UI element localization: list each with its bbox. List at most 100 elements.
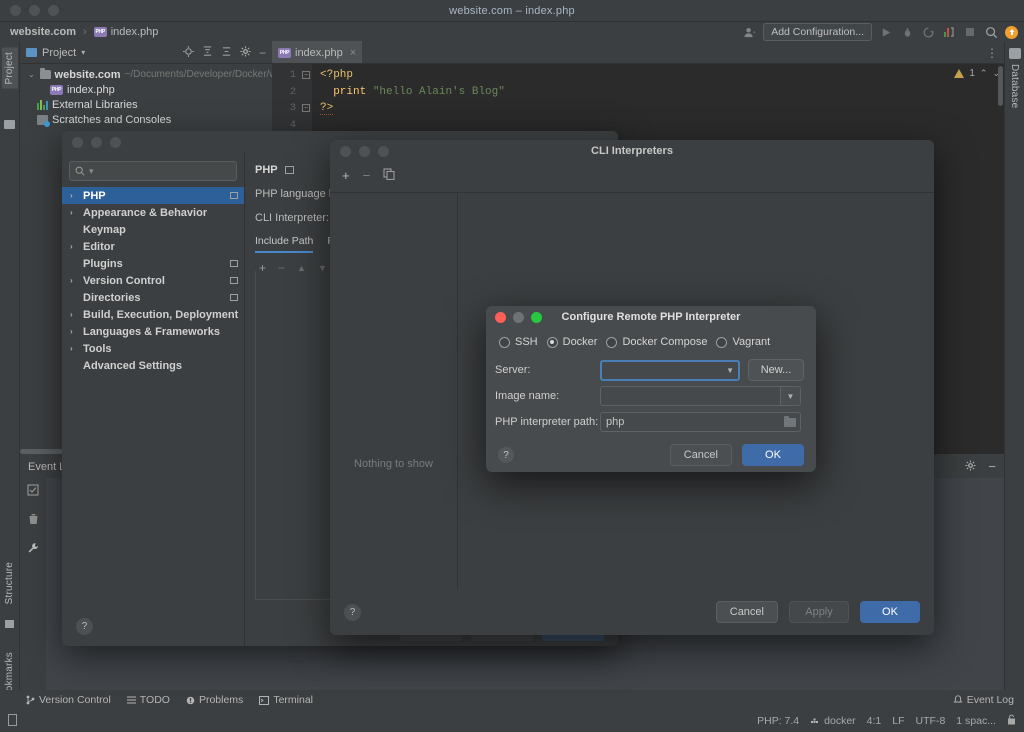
remove-icon[interactable]: − — [363, 168, 371, 183]
chevron-right-icon[interactable]: › — [70, 191, 78, 200]
image-name-combo[interactable]: ▼ — [600, 386, 801, 406]
inspection-widget[interactable]: 1 ⌃ ⌄ — [954, 68, 1000, 79]
radio-docker[interactable]: Docker — [546, 336, 597, 348]
status-encoding[interactable]: UTF-8 — [916, 715, 946, 727]
close-icon[interactable]: × — [350, 47, 356, 59]
server-combo[interactable]: ▼ — [600, 359, 740, 381]
apply-button[interactable]: Apply — [789, 601, 849, 623]
radio-docker-compose[interactable]: Docker Compose — [606, 336, 707, 348]
status-version-control[interactable]: Version Control — [26, 694, 111, 706]
sidebar-item-build-execution-deployment[interactable]: › Build, Execution, Deployment — [62, 306, 244, 323]
tool-window-structure[interactable]: Structure — [4, 562, 15, 604]
expand-all-icon[interactable] — [202, 45, 213, 60]
run-icon[interactable] — [879, 25, 893, 39]
gear-icon[interactable] — [965, 460, 976, 474]
tool-window-project[interactable]: Project — [2, 48, 18, 89]
locate-icon[interactable] — [182, 45, 194, 60]
tab-index-php[interactable]: PHP index.php × — [272, 41, 363, 63]
debug-icon[interactable] — [900, 25, 914, 39]
tab-include-path[interactable]: Include Path — [255, 235, 314, 253]
close-window-icon[interactable] — [72, 136, 83, 148]
tree-node-external-libraries[interactable]: External Libraries — [20, 97, 272, 112]
updates-icon[interactable] — [1005, 25, 1018, 39]
sidebar-item-directories[interactable]: › Directories — [62, 289, 244, 306]
sidebar-item-advanced-settings[interactable]: › Advanced Settings — [62, 357, 244, 374]
status-event-log-group[interactable]: Event Log — [953, 694, 1024, 706]
more-options-icon[interactable]: ⋮ — [986, 43, 1004, 63]
cancel-button[interactable]: Cancel — [669, 444, 732, 466]
status-php-version[interactable]: PHP: 7.4 — [757, 715, 799, 727]
chevron-down-icon[interactable]: ▼ — [726, 366, 734, 375]
collapse-all-icon[interactable] — [221, 46, 232, 60]
run-coverage-icon[interactable] — [921, 25, 935, 39]
previous-problem-icon[interactable]: ⌃ — [980, 68, 988, 79]
chevron-right-icon[interactable]: › — [70, 344, 78, 353]
browse-folder-icon[interactable] — [784, 415, 796, 427]
wrench-icon[interactable] — [27, 541, 39, 559]
chevron-down-icon[interactable]: ⌄ — [28, 70, 36, 79]
code-content[interactable]: <?php print "hello Alain's Blog" ?> — [320, 67, 1004, 133]
radio-button-selected-icon[interactable] — [546, 336, 558, 348]
chevron-right-icon[interactable]: › — [70, 276, 78, 285]
sidebar-item-php[interactable]: › PHP — [62, 187, 244, 204]
status-indent[interactable]: 1 spac... — [956, 715, 996, 727]
add-configuration-button[interactable]: Add Configuration... — [763, 23, 872, 41]
sidebar-item-languages-frameworks[interactable]: › Languages & Frameworks — [62, 323, 244, 340]
chevron-down-icon[interactable]: ▼ — [780, 387, 800, 405]
chevron-right-icon[interactable]: › — [70, 327, 78, 336]
radio-button-icon[interactable] — [606, 336, 618, 348]
status-problems[interactable]: Problems — [186, 694, 243, 706]
sidebar-item-tools[interactable]: › Tools — [62, 340, 244, 357]
status-line-separator[interactable]: LF — [892, 715, 904, 727]
chevron-right-icon[interactable]: › — [70, 242, 78, 251]
sidebar-item-plugins[interactable]: › Plugins — [62, 255, 244, 272]
radio-button-icon[interactable] — [716, 336, 728, 348]
fold-marker-icon[interactable]: − — [302, 71, 310, 79]
minimize-icon[interactable]: − — [988, 460, 996, 473]
tool-window-resize-handle[interactable] — [20, 449, 68, 454]
sidebar-item-keymap[interactable]: › Keymap — [62, 221, 244, 238]
chevron-right-icon[interactable]: › — [70, 208, 78, 217]
sidebar-item-version-control[interactable]: › Version Control — [62, 272, 244, 289]
sidebar-item-editor[interactable]: › Editor — [62, 238, 244, 255]
trash-icon[interactable] — [28, 512, 39, 530]
fold-marker-icon[interactable]: − — [302, 104, 310, 112]
hide-icon[interactable]: − — [259, 47, 266, 59]
copy-icon[interactable] — [383, 168, 395, 183]
help-button[interactable]: ? — [344, 603, 361, 621]
profile-icon[interactable] — [742, 25, 756, 39]
cli-interpreters-list[interactable]: Nothing to show — [330, 193, 458, 589]
zoom-window-icon[interactable] — [110, 136, 121, 148]
sidebar-item-appearance-behavior[interactable]: › Appearance & Behavior — [62, 204, 244, 221]
add-icon[interactable]: + — [342, 168, 350, 183]
ok-button[interactable]: OK — [742, 444, 804, 466]
breadcrumb-project[interactable]: website.com — [10, 26, 76, 38]
status-interpreter[interactable]: docker — [810, 715, 856, 727]
radio-button-icon[interactable] — [499, 336, 510, 348]
tree-node-scratches[interactable]: Scratches and Consoles — [20, 112, 272, 127]
chevron-right-icon[interactable]: › — [70, 310, 78, 319]
settings-search-input[interactable]: ▾ — [69, 161, 237, 181]
mark-read-icon[interactable] — [27, 483, 39, 501]
stop-icon[interactable] — [963, 25, 977, 39]
minimize-window-icon[interactable] — [91, 136, 102, 148]
new-server-button[interactable]: New... — [748, 359, 804, 381]
tree-node-index-php[interactable]: PHP index.php — [20, 82, 272, 97]
status-caret-position[interactable]: 4:1 — [867, 715, 882, 727]
php-interpreter-path-input[interactable]: php — [600, 412, 801, 432]
help-button[interactable]: ? — [76, 618, 93, 635]
status-todo[interactable]: TODO — [126, 694, 170, 706]
editor-scrollbar[interactable] — [998, 66, 1003, 106]
lock-icon[interactable] — [1007, 714, 1016, 728]
status-terminal[interactable]: Terminal — [259, 694, 313, 706]
help-button[interactable]: ? — [498, 447, 514, 463]
ok-button[interactable]: OK — [860, 601, 920, 623]
search-icon[interactable] — [984, 25, 998, 39]
breadcrumb-file[interactable]: index.php — [111, 26, 159, 38]
radio-ssh[interactable]: SSH — [499, 336, 538, 348]
tree-node-website[interactable]: ⌄ website.com ~/Documents/Developer/Dock… — [20, 67, 272, 82]
memory-icon[interactable] — [8, 713, 17, 729]
tool-window-database[interactable]: Database — [1009, 64, 1020, 108]
radio-vagrant[interactable]: Vagrant — [716, 336, 770, 348]
project-pane-dropdown[interactable]: ▾ — [81, 48, 85, 57]
